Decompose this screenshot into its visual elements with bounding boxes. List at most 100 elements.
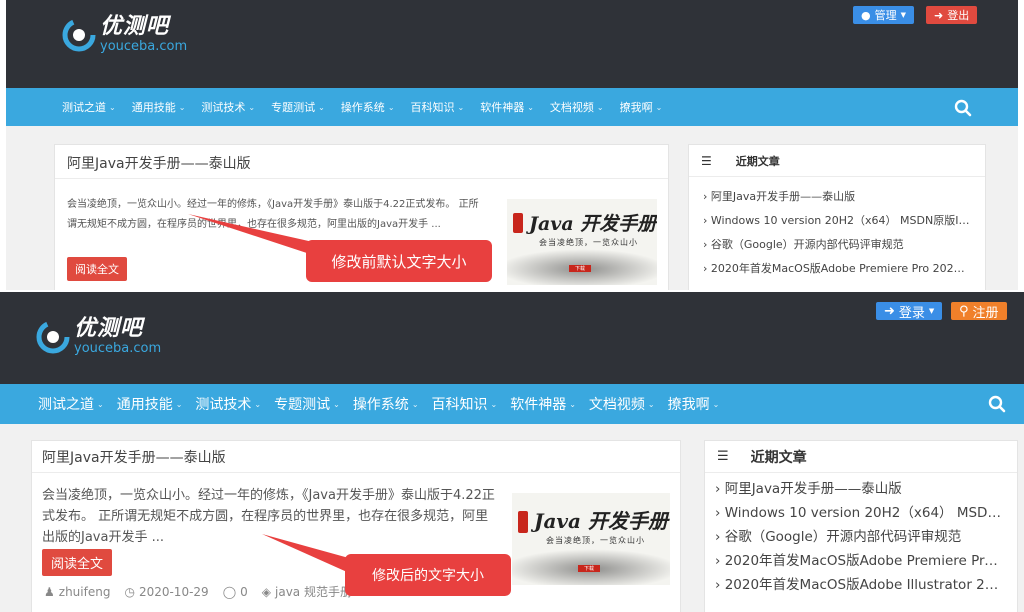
nav-item-wendangshipin[interactable]: 文档视频 ⌄ — [589, 394, 655, 414]
chevron-down-icon: ⌄ — [178, 102, 186, 112]
post-title[interactable]: 阿里Java开发手册——泰山版 — [32, 441, 680, 473]
logo-text-cn: 优测吧 — [100, 14, 170, 39]
read-more-button[interactable]: 阅读全文 — [67, 257, 127, 281]
post-title[interactable]: 阿里Java开发手册——泰山版 — [55, 145, 668, 179]
recent-post-link[interactable]: › 2020年首发MacOS版Adobe Premiere Pro ... — [715, 549, 1001, 573]
recent-post-link[interactable]: › 2020年首发MacOS版Adobe Premiere Pro 2021-.… — [703, 257, 971, 281]
chevron-down-icon: ⌄ — [411, 399, 419, 409]
thumbnail-download-badge: 下载 — [569, 265, 591, 272]
logo-swirl-icon — [62, 18, 96, 51]
nav-item-ruanjianshenqi[interactable]: 软件神器 ⌄ — [480, 99, 534, 115]
chevron-down-icon: ⌄ — [655, 102, 663, 112]
chevron-down-icon: ⌄ — [527, 102, 534, 112]
site-logo[interactable]: 优测吧 youceba.com — [62, 16, 187, 53]
thumbnail-download-badge: 下载 — [578, 565, 600, 572]
nav-item-baikezhishi[interactable]: 百科知识 ⌄ — [411, 99, 465, 115]
chevron-down-icon: ⌄ — [712, 399, 720, 409]
list-icon: ☰ — [701, 153, 712, 168]
thumbnail-title: Java 开发手册 — [529, 213, 657, 235]
chevron-down-icon: ⌄ — [109, 102, 116, 112]
nav-item-ceshijishu[interactable]: 测试技术 ⌄ — [201, 99, 255, 115]
site-header: 优测吧 youceba.com ● 管理 ▼ ➜ 登出 — [6, 0, 1018, 88]
nav-item-ceshizhidao[interactable]: 测试之道 ⌄ — [38, 394, 104, 414]
nav-item-liaowoa[interactable]: 撩我啊 ⌄ — [620, 99, 663, 115]
logo-text-en: youceba.com — [74, 341, 162, 356]
nav-item-zhuanticeshi[interactable]: 专题测试 ⌄ — [271, 99, 325, 115]
main-nav: 测试之道 ⌄ 通用技能 ⌄ 测试技术 ⌄ 专题测试 ⌄ 操作系统 ⌄ 百科知识 ⌄ 软件神器… — [6, 88, 1018, 126]
post-meta: ♟ zhuifeng ◷ 2020-10-29 ◯ 0 ◈ java 规范手册 — [44, 583, 352, 600]
nav-item-liaowoa[interactable]: 撩我啊 ⌄ — [668, 394, 720, 414]
chevron-down-icon: ⌄ — [387, 102, 395, 112]
nav-menu: 测试之道 ⌄ 通用技能 ⌄ 测试技术 ⌄ 专题测试 ⌄ 操作系统 ⌄ 百科知识 ⌄ 软件神器… — [62, 88, 662, 126]
screenshot-before: 优测吧 youceba.com ● 管理 ▼ ➜ 登出 测试之道 ⌄ 通用技能 ⌄ … — [6, 0, 1018, 290]
login-button-label: 登录 — [898, 305, 925, 321]
thumbnail-subtitle: 会当凌绝顶，一览众山小 — [546, 536, 645, 545]
recent-posts-widget: ☰ 近期文章 › 阿里Java开发手册——泰山版 › Windows 10 ve… — [704, 440, 1018, 612]
chevron-down-icon: ⌄ — [175, 399, 183, 409]
chevron-down-icon: ⌄ — [457, 102, 465, 112]
logout-button[interactable]: ➜ 登出 — [926, 6, 978, 24]
chevron-down-icon: ⌄ — [647, 399, 655, 409]
logo-text-cn: 优测吧 — [74, 316, 144, 341]
callout-arrow — [188, 214, 322, 258]
nav-menu: 测试之道 ⌄ 通用技能 ⌄ 测试技术 ⌄ 专题测试 ⌄ 操作系统 ⌄ 百科知识 ⌄ 软件神器… — [38, 384, 719, 424]
recent-post-link[interactable]: › Windows 10 version 20H2（x64） MSDN原版IS.… — [703, 209, 971, 233]
login-icon: ➜ — [884, 303, 895, 319]
nav-item-tongyongjineng[interactable]: 通用技能 ⌄ — [117, 394, 183, 414]
search-icon[interactable] — [988, 395, 1006, 413]
thumbnail-subtitle: 会当凌绝顶，一览众山小 — [539, 238, 638, 247]
nav-item-caozuoxitong[interactable]: 操作系统 ⌄ — [341, 99, 395, 115]
recent-posts-list: › 阿里Java开发手册——泰山版 › Windows 10 version 2… — [705, 473, 1001, 597]
thumbnail-title: Java 开发手册 — [534, 509, 668, 533]
login-button[interactable]: ➜ 登录 ▼ — [876, 302, 943, 321]
post-thumbnail[interactable]: Java 开发手册 会当凌绝顶，一览众山小 下载 — [507, 199, 657, 285]
nav-item-ceshizhidao[interactable]: 测试之道 ⌄ — [62, 99, 116, 115]
nav-item-ceshijishu[interactable]: 测试技术 ⌄ — [195, 394, 261, 414]
user-icon: ♟ — [44, 584, 55, 599]
admin-button[interactable]: ● 管理 ▼ — [853, 6, 914, 24]
annotation-callout: 修改前默认文字大小 — [306, 240, 492, 282]
recent-post-link[interactable]: › 阿里Java开发手册——泰山版 — [703, 185, 971, 209]
key-icon: ⚲ — [959, 303, 969, 319]
nav-item-ruanjianshenqi[interactable]: 软件神器 ⌄ — [510, 394, 576, 414]
recent-post-link[interactable]: › 谷歌（Google）开源内部代码评审规范 — [715, 525, 1001, 549]
site-logo[interactable]: 优测吧 youceba.com — [36, 318, 161, 355]
tag-icon: ◈ — [261, 584, 271, 599]
post-author[interactable]: ♟ zhuifeng — [44, 585, 110, 599]
recent-post-link[interactable]: › 阿里Java开发手册——泰山版 — [715, 477, 1001, 501]
comment-icon: ◯ — [222, 584, 237, 599]
seal-icon — [518, 511, 528, 533]
seal-icon — [513, 213, 523, 233]
register-button-label: 注册 — [972, 305, 999, 321]
chevron-down-icon: ⌄ — [333, 399, 340, 409]
main-nav: 测试之道 ⌄ 通用技能 ⌄ 测试技术 ⌄ 专题测试 ⌄ 操作系统 ⌄ 百科知识 ⌄ 软件神器… — [0, 384, 1024, 424]
chevron-down-icon: ⌄ — [318, 102, 325, 112]
post-date: ◷ 2020-10-29 — [124, 584, 209, 599]
chevron-down-icon: ⌄ — [490, 399, 498, 409]
logo-swirl-icon — [36, 320, 70, 353]
user-icon: ● — [861, 8, 871, 22]
recent-posts-widget: ☰ 近期文章 › 阿里Java开发手册——泰山版 › Windows 10 ve… — [688, 144, 986, 290]
chevron-down-icon: ▼ — [928, 307, 935, 315]
register-button[interactable]: ⚲ 注册 — [951, 302, 1007, 321]
read-more-button[interactable]: 阅读全文 — [42, 549, 112, 576]
nav-item-wendangshipin[interactable]: 文档视频 ⌄ — [550, 99, 604, 115]
recent-post-link[interactable]: › 2020年首发MacOS版Adobe Illustrator 202... — [715, 573, 1001, 597]
post-thumbnail[interactable]: Java 开发手册 会当凌绝顶，一览众山小 下载 — [512, 493, 670, 585]
nav-item-zhuanticeshi[interactable]: 专题测试 ⌄ — [274, 394, 340, 414]
recent-post-link[interactable]: › Windows 10 version 20H2（x64） MSDN... — [715, 501, 1001, 525]
recent-post-link[interactable]: › 谷歌（Google）开源内部代码评审规范 — [703, 233, 971, 257]
chevron-down-icon: ▼ — [900, 11, 906, 19]
post-tags[interactable]: ◈ java 规范手册 — [262, 583, 352, 600]
logo-text-en: youceba.com — [100, 39, 188, 54]
widget-title: 近期文章 — [750, 449, 807, 466]
nav-item-caozuoxitong[interactable]: 操作系统 ⌄ — [353, 394, 419, 414]
clock-icon: ◷ — [124, 584, 135, 599]
chevron-down-icon: ⌄ — [596, 102, 604, 112]
nav-item-tongyongjineng[interactable]: 通用技能 ⌄ — [132, 99, 186, 115]
nav-item-baikezhishi[interactable]: 百科知识 ⌄ — [432, 394, 498, 414]
post-comments[interactable]: ◯ 0 — [223, 585, 248, 599]
chevron-down-icon: ⌄ — [97, 399, 104, 409]
search-icon[interactable] — [954, 99, 972, 117]
site-header: 优测吧 youceba.com ➜ 登录 ▼ ⚲ 注册 — [0, 292, 1024, 384]
